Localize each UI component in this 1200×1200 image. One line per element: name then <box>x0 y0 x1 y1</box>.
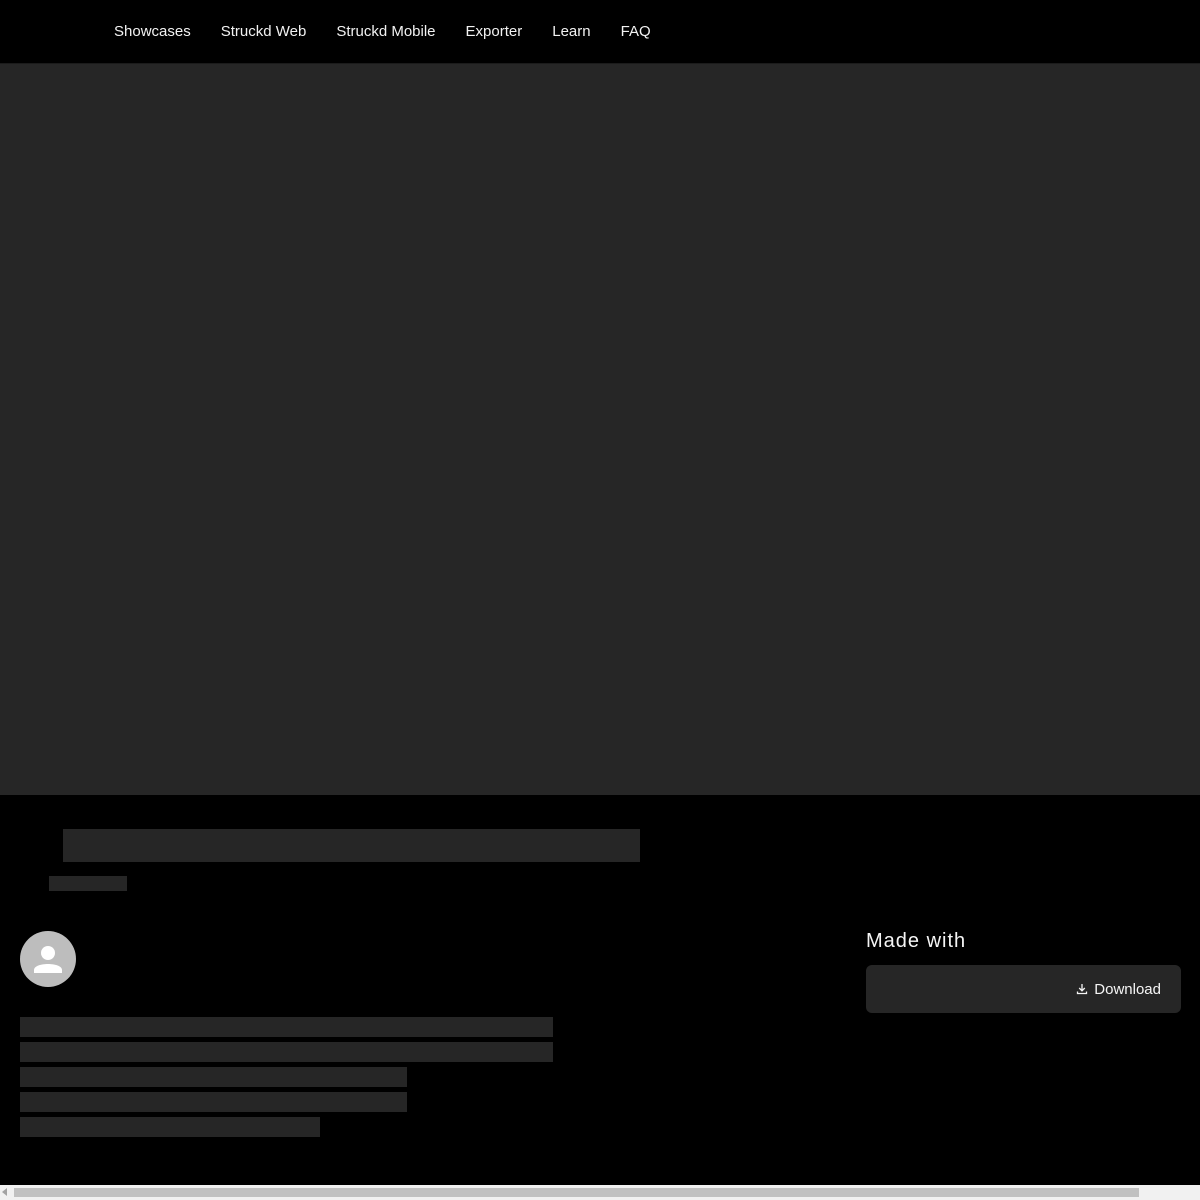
made-with-card: Download <box>866 965 1181 1013</box>
download-icon <box>1077 984 1088 995</box>
description-skeleton-line <box>20 1042 553 1062</box>
horizontal-scrollbar[interactable] <box>0 1185 1200 1200</box>
person-icon <box>34 946 62 973</box>
nav-item-learn[interactable]: Learn <box>552 0 590 64</box>
nav-item-struckd-web[interactable]: Struckd Web <box>221 0 307 64</box>
description-skeleton-line <box>20 1092 407 1112</box>
top-navigation: Showcases Struckd Web Struckd Mobile Exp… <box>0 0 1200 64</box>
download-label: Download <box>1094 980 1161 998</box>
scroll-left-arrow-icon[interactable] <box>2 1188 7 1196</box>
nav-item-showcases[interactable]: Showcases <box>114 0 191 64</box>
download-button[interactable]: Download <box>1076 965 1161 1013</box>
description-skeleton-line <box>20 1067 407 1087</box>
made-with-label: Made with <box>866 930 967 952</box>
scrollbar-thumb[interactable] <box>14 1188 1139 1197</box>
description-skeleton-line <box>20 1117 320 1137</box>
nav-item-faq[interactable]: FAQ <box>621 0 651 64</box>
subtitle-skeleton <box>49 876 127 891</box>
page: Showcases Struckd Web Struckd Mobile Exp… <box>0 0 1200 1200</box>
title-skeleton <box>63 829 640 862</box>
description-skeleton-line <box>20 1017 553 1037</box>
avatar[interactable] <box>20 931 76 987</box>
nav-item-exporter[interactable]: Exporter <box>466 0 523 64</box>
nav-list: Showcases Struckd Web Struckd Mobile Exp… <box>114 0 651 64</box>
nav-item-struckd-mobile[interactable]: Struckd Mobile <box>336 0 435 64</box>
media-placeholder <box>0 64 1200 795</box>
